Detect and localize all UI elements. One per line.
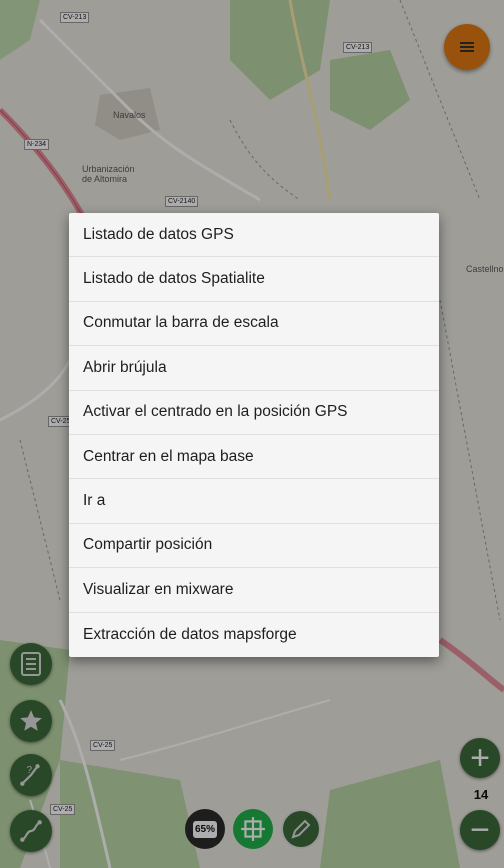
- menu-item-mapsforge-extraction[interactable]: Extracción de datos mapsforge: [69, 613, 439, 657]
- menu-item-spatialite-data-list[interactable]: Listado de datos Spatialite: [69, 257, 439, 302]
- app-screen: Navalos Urbanización de Altomira Castell…: [0, 0, 504, 868]
- menu-item-share-position[interactable]: Compartir posición: [69, 524, 439, 569]
- menu-item-view-in-mixware[interactable]: Visualizar en mixware: [69, 568, 439, 613]
- options-popup-menu: Listado de datos GPS Listado de datos Sp…: [69, 213, 439, 657]
- menu-item-open-compass[interactable]: Abrir brújula: [69, 346, 439, 391]
- menu-item-gps-data-list[interactable]: Listado de datos GPS: [69, 213, 439, 258]
- menu-item-go-to[interactable]: Ir a: [69, 479, 439, 524]
- menu-item-gps-centering[interactable]: Activar el centrado en la posición GPS: [69, 391, 439, 435]
- menu-item-toggle-scalebar[interactable]: Conmutar la barra de escala: [69, 302, 439, 347]
- menu-item-center-basemap[interactable]: Centrar en el mapa base: [69, 435, 439, 480]
